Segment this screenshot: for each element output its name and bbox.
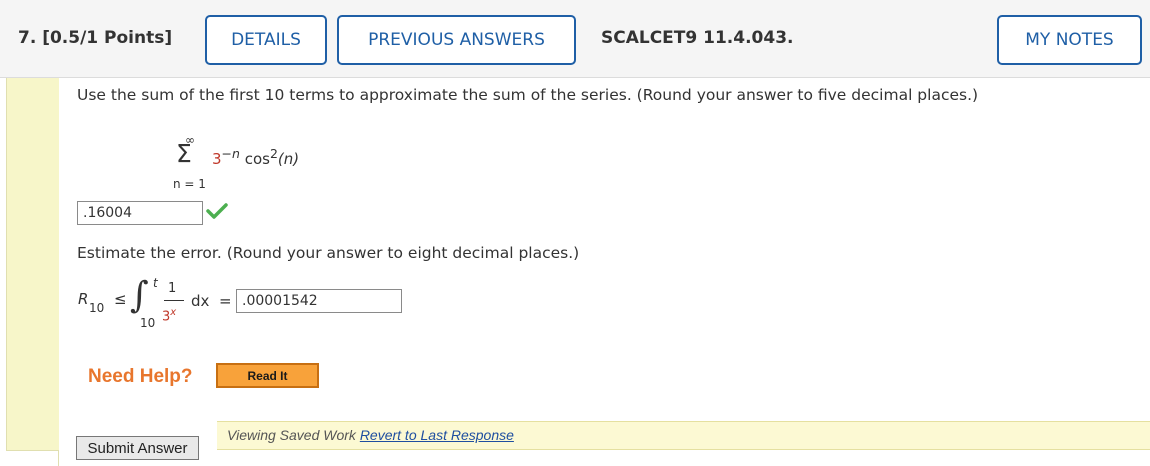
divider: [58, 450, 59, 466]
revert-link[interactable]: Revert to Last Response: [360, 427, 514, 443]
fraction-bar: [164, 300, 184, 301]
error-prompt: Estimate the error. (Round your answer t…: [77, 244, 580, 262]
fraction-denominator: 3x: [162, 307, 176, 324]
answer-2-input[interactable]: [236, 289, 402, 313]
term-func: cos: [239, 150, 270, 168]
equals-sign: =: [219, 292, 232, 310]
r-symbol: R: [78, 290, 89, 308]
sigma-symbol: Σ: [176, 139, 192, 168]
answer-1-input[interactable]: [77, 201, 203, 225]
question-header: 7. [0.5/1 Points] DETAILS PREVIOUS ANSWE…: [0, 0, 1150, 78]
checkmark-icon: [206, 203, 228, 219]
term-base: 3: [212, 150, 222, 168]
problem-code: SCALCET9 11.4.043.: [601, 28, 794, 48]
term-func-exp: 2: [269, 146, 278, 161]
dx-label: dx: [191, 292, 210, 310]
need-help-label: Need Help?: [88, 366, 193, 387]
my-notes-button[interactable]: MY NOTES: [997, 15, 1142, 65]
r-subscript: 10: [89, 301, 105, 315]
read-it-button[interactable]: Read It: [216, 363, 319, 388]
series-lower-limit: n = 1: [173, 177, 206, 191]
details-button[interactable]: DETAILS: [205, 15, 327, 65]
term-arg: (n): [277, 150, 300, 168]
left-accent-panel: [6, 78, 59, 451]
integral-upper-limit: t: [153, 276, 158, 290]
integral-lower-limit: 10: [140, 316, 156, 330]
integral-sign: ∫: [130, 275, 149, 316]
saved-work-text: Viewing Saved Work Revert to Last Respon…: [227, 427, 514, 443]
viewing-saved-label: Viewing Saved Work: [227, 427, 356, 443]
previous-answers-button[interactable]: PREVIOUS ANSWERS: [337, 15, 576, 65]
term-exponent: −n: [221, 146, 240, 161]
saved-work-banner: Viewing Saved Work Revert to Last Respon…: [217, 421, 1150, 450]
fraction-numerator: 1: [168, 281, 177, 296]
series-term: 3−n cos2(n): [212, 146, 299, 168]
question-prompt: Use the sum of the first 10 terms to app…: [77, 86, 979, 104]
leq-symbol: ≤: [114, 290, 127, 308]
question-number: 7. [0.5/1 Points]: [18, 28, 173, 48]
submit-answer-button[interactable]: Submit Answer: [76, 436, 199, 460]
denominator-exponent: x: [170, 307, 177, 318]
